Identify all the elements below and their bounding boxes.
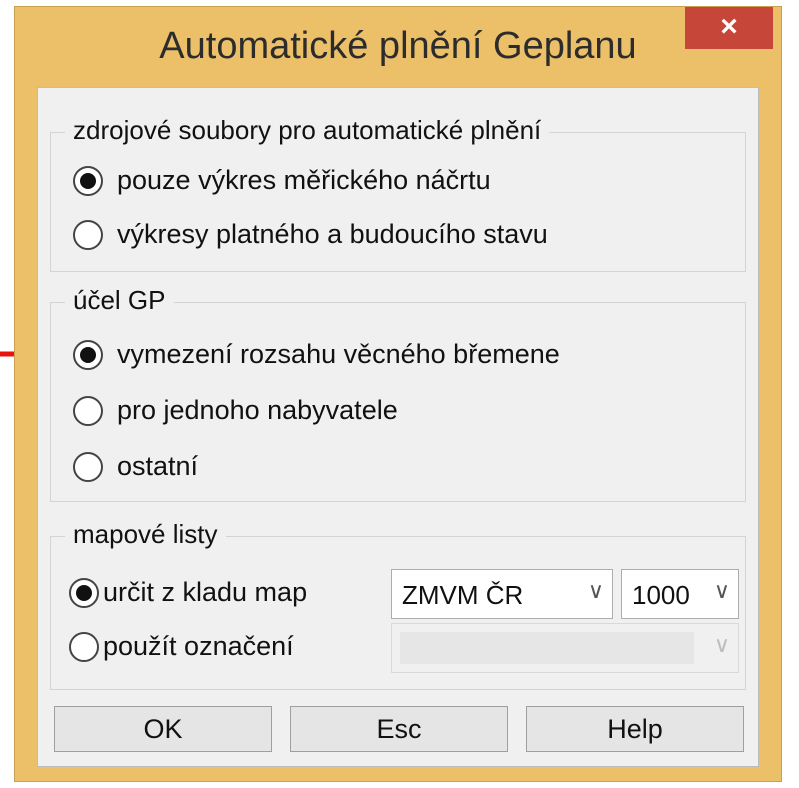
group-map-sheets-legend: mapové listy [65,519,226,550]
window-title: Automatické plnění Geplanu [159,25,637,67]
chevron-down-icon: ∨ [587,578,604,603]
radio-indicator [69,631,99,662]
scale-value: 1000 [632,580,690,610]
group-source-files-legend: zdrojové soubory pro automatické plnění [65,115,550,146]
dialog-client-area: zdrojové soubory pro automatické plnění … [37,87,759,767]
title-bar: Automatické plnění Geplanu × [15,7,781,87]
ok-button[interactable]: OK [54,706,272,752]
esc-button[interactable]: Esc [290,706,508,752]
radio-label: určit z kladu map [103,577,308,607]
radio-indicator [73,339,103,370]
designation-value [400,632,694,664]
radio-label: použít označení [103,631,294,661]
radio-label: výkresy platného a budoucího stavu [117,219,548,249]
radio-use-designation[interactable]: použít označení [69,631,294,662]
chevron-down-icon: ∨ [713,578,730,603]
radio-indicator [73,165,103,196]
radio-indicator [73,451,103,482]
map-system-select[interactable]: ZMVM ČR ∨ [391,569,613,619]
radio-indicator [73,395,103,426]
radio-label: pouze výkres měřického náčrtu [117,165,491,195]
radio-other[interactable]: ostatní [73,451,198,482]
radio-valid-future-drawings[interactable]: výkresy platného a budoucího stavu [73,219,548,250]
help-button[interactable]: Help [526,706,744,752]
radio-sketch-drawing-only[interactable]: pouze výkres měřického náčrtu [73,165,491,196]
chevron-down-icon: ∨ [713,632,730,657]
dialog-window: Automatické plnění Geplanu × zdrojové so… [14,6,782,782]
radio-label: pro jednoho nabyvatele [117,395,398,425]
close-icon: × [720,10,738,43]
radio-label: ostatní [117,451,199,481]
radio-single-acquirer[interactable]: pro jednoho nabyvatele [73,395,398,426]
radio-label: vymezení rozsahu věcného břemene [117,339,560,369]
group-map-sheets: mapové listy určit z kladu map použít oz… [50,519,746,690]
group-gp-purpose: účel GP vymezení rozsahu věcného břemene… [50,285,746,502]
map-system-value: ZMVM ČR [402,580,524,610]
group-source-files: zdrojové soubory pro automatické plnění … [50,115,746,272]
scale-select[interactable]: 1000 ∨ [621,569,739,619]
radio-indicator [69,577,99,608]
radio-easement-extent[interactable]: vymezení rozsahu věcného břemene [73,339,560,370]
radio-from-map-layout[interactable]: určit z kladu map [69,577,307,608]
close-button[interactable]: × [685,7,773,49]
radio-indicator [73,219,103,250]
designation-select[interactable]: ∨ [391,623,739,673]
group-gp-purpose-legend: účel GP [65,285,174,316]
